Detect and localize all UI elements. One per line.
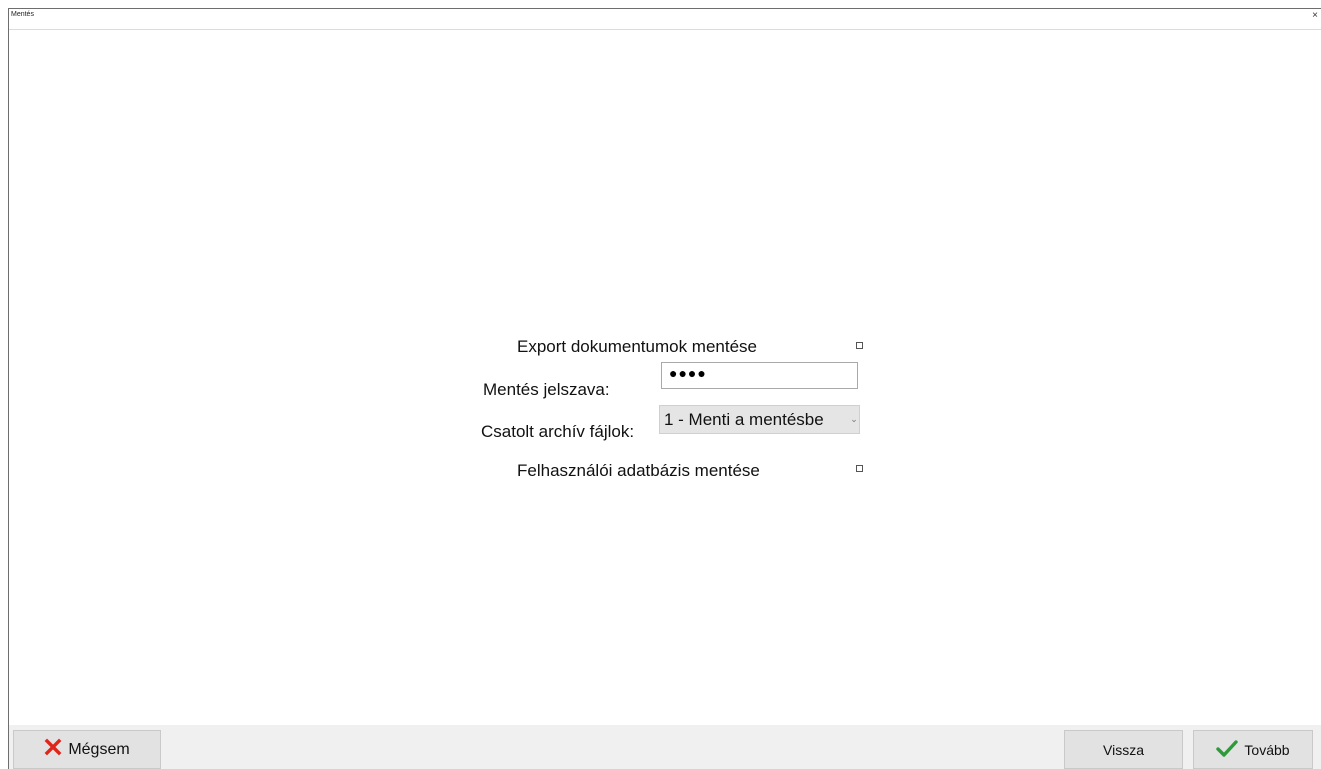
cancel-button-label: Mégsem — [68, 740, 130, 758]
user-database-label: Felhasználói adatbázis mentése — [517, 461, 760, 480]
x-icon — [44, 738, 62, 761]
export-documents-label: Export dokumentumok mentése — [517, 337, 758, 356]
back-button[interactable]: Vissza — [1064, 730, 1183, 769]
export-documents-checkbox[interactable] — [856, 342, 863, 349]
archive-files-label: Csatolt archív fájlok: — [481, 422, 635, 441]
password-field[interactable]: ●●●● — [661, 362, 858, 389]
back-button-label: Vissza — [1103, 741, 1144, 758]
next-button[interactable]: Tovább — [1193, 730, 1313, 769]
archive-files-select[interactable]: 1 - Menti a mentésbe ⌄ — [659, 405, 860, 434]
close-button[interactable]: × — [1309, 9, 1321, 25]
password-label: Mentés jelszava: — [483, 380, 610, 399]
title-bar: Mentés × — [9, 9, 1321, 30]
chevron-down-icon: ⌄ — [849, 406, 859, 433]
archive-files-selected-value: 1 - Menti a mentésbe — [664, 410, 824, 429]
user-database-checkbox[interactable] — [856, 465, 863, 472]
cancel-button[interactable]: Mégsem — [13, 730, 161, 769]
window-title: Mentés — [11, 11, 34, 18]
checkmark-icon — [1216, 739, 1239, 760]
next-button-label: Tovább — [1244, 741, 1290, 758]
